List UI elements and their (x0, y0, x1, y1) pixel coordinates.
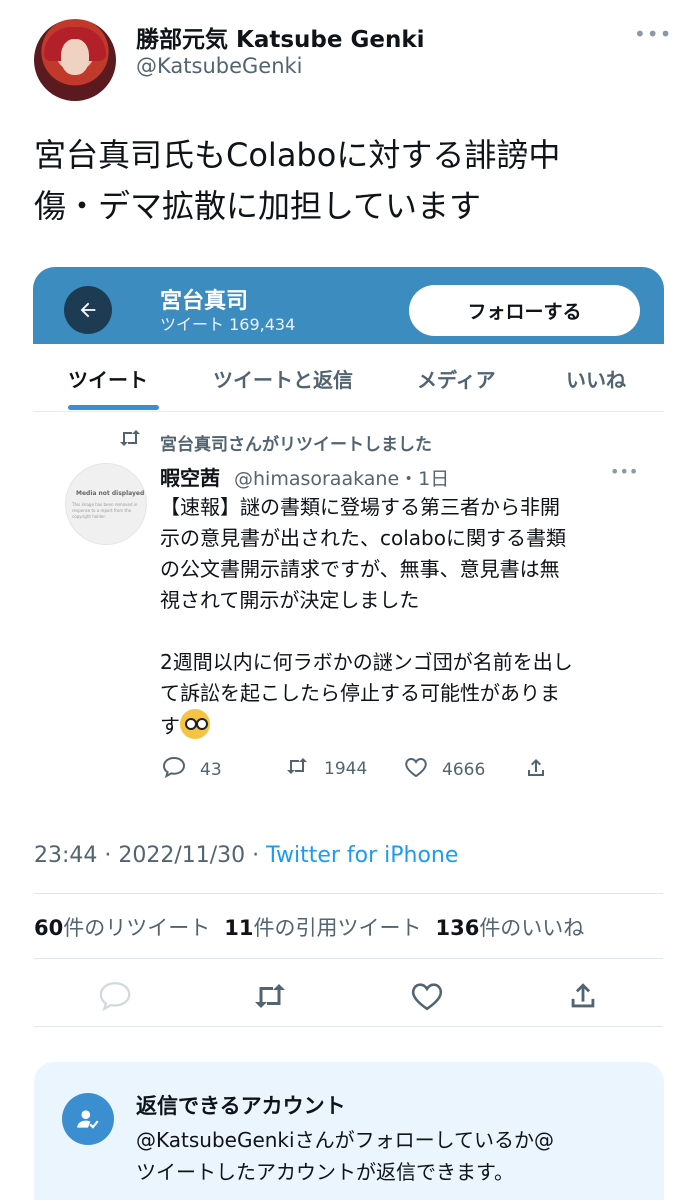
media-removed-note: This image has been removed in response … (72, 502, 138, 519)
divider (34, 958, 663, 959)
share-button[interactable] (565, 978, 601, 1014)
reply-button[interactable] (97, 978, 133, 1014)
more-options-icon[interactable]: ••• (634, 22, 672, 46)
tweet-text-line: 傷・デマ拡散に加担しています (34, 187, 482, 225)
inner-author-handle[interactable]: @himasoraakane・1日 (234, 464, 449, 491)
retweets-count[interactable]: 60 (34, 916, 63, 940)
inner-text-line: 2週間以内に何ラボかの謎ンゴ団が名前を出し (160, 650, 573, 674)
inner-retweet-count: 1944 (324, 759, 368, 779)
follow-button[interactable]: フォローする (409, 285, 640, 336)
embedded-tweet-count: ツイート 169,434 (160, 315, 296, 334)
active-tab-indicator (68, 405, 159, 410)
author-avatar[interactable] (34, 19, 116, 101)
tab-likes[interactable]: いいね (566, 364, 626, 393)
tweet-text: 宮台真司氏もColaboに対する誹謗中 傷・デマ拡散に加担しています (34, 130, 654, 232)
inner-text-line: す (160, 714, 180, 738)
inner-author-name[interactable]: 暇空茜 (160, 462, 220, 491)
divider (34, 893, 663, 894)
inner-like-action[interactable]: 4666 (404, 756, 485, 784)
reply-desc-line: @KatsubeGenkiさんがフォローしているか@ (136, 1128, 554, 1152)
inner-retweet-action[interactable]: 1944 (284, 756, 367, 782)
reply-restriction-description: @KatsubeGenkiさんがフォローしているか@ ツイートしたアカウントが返… (136, 1124, 656, 1188)
heart-icon (411, 983, 443, 1011)
tab-media[interactable]: メディア (417, 364, 496, 393)
likes-label[interactable]: 件のいいね (479, 916, 584, 940)
engagement-stats: 60件のリツイート 11件の引用ツイート 136件のいいね (34, 912, 584, 942)
inner-author-avatar[interactable]: Media not displayed This image has been … (65, 463, 147, 545)
inner-reply-action[interactable]: 43 (162, 756, 222, 784)
inner-more-options-icon[interactable]: ••• (610, 462, 638, 481)
quotes-label[interactable]: 件の引用ツイート (253, 916, 421, 940)
back-arrow-icon[interactable] (64, 286, 112, 334)
inner-text-line: 【速報】謎の書類に登場する第三者から非開 (160, 495, 560, 519)
inner-text-line: て訴訟を起こしたら停止する可能性がありま (160, 681, 560, 705)
quotes-count[interactable]: 11 (224, 916, 253, 940)
tweet-timestamp: 23:44 · 2022/11/30 · Twitter for iPhone (34, 843, 458, 868)
author-handle[interactable]: @KatsubeGenki (136, 54, 303, 78)
reply-icon (162, 756, 186, 784)
inner-text-line: 示の意見書が出された、colaboに関する書類 (160, 526, 566, 550)
mention-user-icon (62, 1093, 114, 1145)
inner-text-last-line: す (160, 709, 650, 742)
retweet-icon (284, 756, 310, 782)
inner-share-action[interactable] (524, 756, 548, 786)
author-display-name[interactable]: 勝部元気 Katsube Genki (136, 20, 425, 54)
timestamp-text: 23:44 · 2022/11/30 · (34, 843, 267, 868)
retweet-button[interactable] (252, 978, 288, 1014)
likes-count[interactable]: 136 (435, 916, 479, 940)
source-link[interactable]: Twitter for iPhone (266, 843, 458, 868)
retweet-notice: 宮台真司さんがリツイートしました (160, 435, 432, 455)
divider (34, 1026, 663, 1027)
retweet-icon (255, 984, 285, 1008)
reply-icon (99, 982, 131, 1012)
reply-restriction-title: 返信できるアカウント (136, 1094, 346, 1118)
avatar-face (61, 39, 89, 75)
tab-tweets[interactable]: ツイート (68, 364, 148, 393)
share-icon (571, 983, 595, 1008)
like-button[interactable] (409, 978, 445, 1014)
nerd-face-emoji-icon (180, 709, 210, 739)
inner-like-count: 4666 (442, 760, 486, 780)
retweet-icon (118, 428, 142, 453)
inner-text-line: の公文書開示請求ですが、無事、意見書は無 (160, 557, 560, 581)
inner-reply-count: 43 (200, 760, 222, 780)
media-not-displayed-label: Media not displayed (76, 490, 145, 497)
tab-tweets-and-replies[interactable]: ツイートと返信 (213, 364, 353, 393)
share-icon (524, 756, 548, 786)
inner-text-spacer (160, 616, 650, 647)
tweet-text-line: 宮台真司氏もColaboに対する誹謗中 (34, 136, 561, 174)
heart-icon (404, 756, 428, 784)
inner-text-line: 視されて開示が決定しました (160, 588, 420, 612)
inner-tweet-text: 【速報】謎の書類に登場する第三者から非開 示の意見書が出された、colaboに関… (160, 492, 650, 742)
retweets-label[interactable]: 件のリツイート (63, 916, 210, 940)
reply-desc-line: ツイートしたアカウントが返信できます。 (136, 1160, 514, 1184)
